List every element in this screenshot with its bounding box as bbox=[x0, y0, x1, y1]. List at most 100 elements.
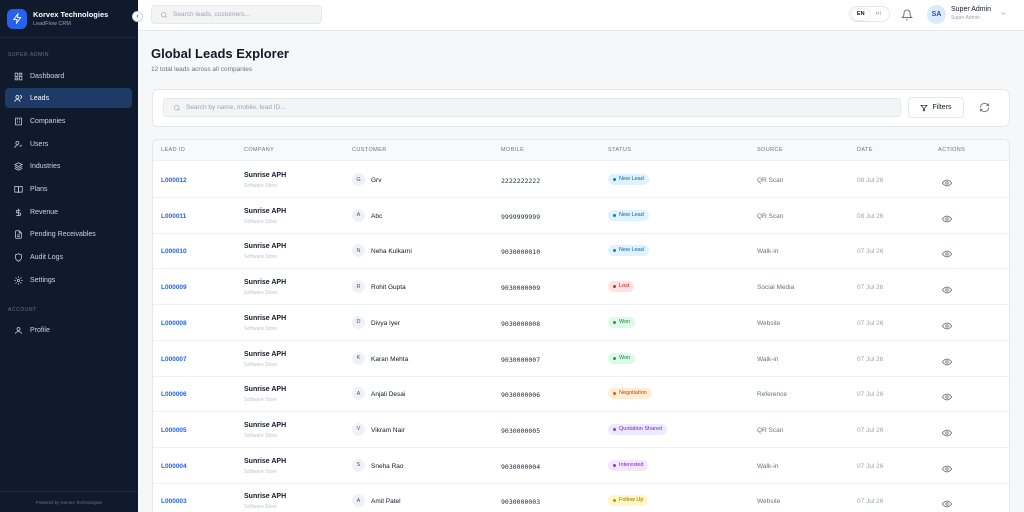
eye-icon[interactable] bbox=[941, 496, 953, 508]
users-icon bbox=[14, 94, 23, 103]
lead-id-link[interactable]: L000003 bbox=[161, 498, 187, 505]
lead-id-link[interactable]: L000007 bbox=[161, 356, 187, 363]
eye-icon[interactable] bbox=[941, 282, 953, 294]
lang-en-option[interactable]: EN bbox=[852, 8, 870, 20]
company-subtitle: Software Store bbox=[244, 254, 278, 261]
bell-icon[interactable] bbox=[901, 9, 913, 21]
lead-date: 07 Jul 26 bbox=[857, 462, 884, 470]
lead-id-link[interactable]: L000008 bbox=[161, 320, 187, 327]
table-row[interactable]: L000012 Sunrise APH Software Store G Grv 2222… bbox=[153, 162, 1009, 198]
sidebar-item-label: Pending Receivables bbox=[30, 230, 96, 238]
sidebar: Korvex Technologies LeadFlow CRM ‹ SUPER… bbox=[0, 0, 143, 512]
table-row[interactable]: L000007 Sunrise APH Software Store K Karan M… bbox=[153, 341, 1009, 377]
header-source: SOURCE bbox=[757, 147, 783, 153]
sidebar-item-companies[interactable]: Companies bbox=[5, 111, 132, 131]
customer-name: Neha Kulkarni bbox=[371, 248, 412, 256]
status-label: New Lead bbox=[619, 211, 644, 218]
status-dot bbox=[613, 356, 616, 360]
table-row[interactable]: L000009 Sunrise APH Software Store R Rohit G… bbox=[153, 269, 1009, 306]
sidebar-item-audit-logs[interactable]: Audit Logs bbox=[5, 247, 132, 267]
layers-icon bbox=[14, 161, 23, 171]
customer-avatar: K bbox=[352, 351, 365, 365]
company-subtitle: Software Store bbox=[244, 504, 278, 511]
table-row[interactable]: L000011 Sunrise APH Software Store A Abc 9999… bbox=[153, 198, 1009, 234]
lead-date: 07 Jul 26 bbox=[857, 248, 884, 256]
lead-id-link[interactable]: L000009 bbox=[161, 284, 187, 291]
sidebar-item-profile[interactable]: Profile bbox=[5, 320, 132, 340]
chevron-down-icon[interactable] bbox=[1000, 10, 1007, 17]
customer-avatar: R bbox=[352, 280, 365, 294]
sidebar-item-label: Profile bbox=[30, 326, 50, 334]
avatar[interactable]: SA bbox=[927, 5, 946, 24]
lead-id-link[interactable]: L000004 bbox=[161, 463, 187, 470]
language-toggle[interactable]: EN HI bbox=[849, 6, 890, 22]
lead-id-link[interactable]: L000012 bbox=[161, 177, 187, 184]
lead-date: 07 Jul 26 bbox=[857, 319, 884, 327]
sidebar-item-pending-receivables[interactable]: Pending Receivables bbox=[5, 224, 132, 244]
mobile-number: 9030000007 bbox=[501, 355, 541, 364]
status-label: New Lead bbox=[619, 247, 644, 254]
gear-icon bbox=[14, 275, 23, 285]
lead-search-placeholder: Search by name, mobile, lead ID... bbox=[186, 104, 286, 111]
lead-search-input[interactable]: Search by name, mobile, lead ID... bbox=[163, 98, 901, 117]
status-badge: Quotation Shared bbox=[608, 423, 668, 435]
sidebar-item-plans[interactable]: Plans bbox=[5, 179, 132, 199]
eye-icon[interactable] bbox=[941, 318, 953, 330]
refresh-icon[interactable] bbox=[979, 102, 990, 113]
sidebar-item-dashboard[interactable]: Dashboard bbox=[5, 66, 132, 86]
sidebar-item-leads[interactable]: Leads bbox=[5, 88, 132, 108]
status-label: Follow Up bbox=[619, 497, 644, 504]
company-subtitle: Software Store bbox=[244, 183, 278, 189]
table-row[interactable]: L000003 Sunrise APH Software Store A Amit Pa… bbox=[153, 483, 1009, 512]
filters-button[interactable]: Filters bbox=[908, 97, 964, 118]
building-icon bbox=[14, 117, 23, 126]
eye-icon[interactable] bbox=[941, 246, 953, 258]
eye-icon[interactable] bbox=[941, 461, 953, 472]
lead-date: 07 Jul 26 bbox=[857, 391, 884, 399]
sidebar-item-users[interactable]: Users bbox=[5, 134, 132, 154]
global-search-input[interactable]: Search leads, customers... bbox=[151, 5, 322, 24]
user-name[interactable]: Super Admin bbox=[951, 6, 991, 13]
company-name: Sunrise APH bbox=[244, 386, 287, 394]
header-lead-id: LEAD ID bbox=[161, 147, 186, 153]
lead-date: 07 Jul 26 bbox=[857, 498, 884, 506]
eye-icon[interactable] bbox=[941, 354, 953, 365]
status-label: Quotation Shared bbox=[619, 425, 663, 432]
status-label: Interested bbox=[619, 461, 644, 468]
customer-name: Divya Iyer bbox=[371, 319, 400, 327]
table-row[interactable]: L000004 Sunrise APH Software Store S Sneha R… bbox=[153, 448, 1009, 484]
page-title: Global Leads Explorer bbox=[151, 46, 289, 61]
lead-date: 08 Jul 26 bbox=[857, 212, 884, 220]
section-label-account: ACCOUNT bbox=[8, 307, 37, 313]
lead-source: Walk-in bbox=[757, 462, 779, 470]
sidebar-item-settings[interactable]: Settings bbox=[5, 270, 132, 290]
company-subtitle: Software Store bbox=[244, 361, 278, 368]
status-dot bbox=[613, 178, 616, 181]
eye-icon[interactable] bbox=[941, 425, 953, 437]
lead-id-link[interactable]: L000010 bbox=[161, 248, 187, 255]
eye-icon[interactable] bbox=[941, 175, 953, 187]
table-row[interactable]: L000005 Sunrise APH Software Store V Vikram … bbox=[153, 412, 1009, 448]
mobile-number: 9030000003 bbox=[501, 498, 541, 507]
table-row[interactable]: L000006 Sunrise APH Software Store A Anjali … bbox=[153, 376, 1009, 413]
lead-id-link[interactable]: L000006 bbox=[161, 391, 187, 398]
eye-icon[interactable] bbox=[941, 211, 953, 223]
sidebar-item-revenue[interactable]: Revenue bbox=[5, 202, 132, 222]
company-subtitle: Software Store bbox=[244, 325, 278, 332]
lang-hi-option[interactable]: HI bbox=[870, 9, 888, 20]
customer-avatar: N bbox=[352, 244, 365, 258]
company-name: Sunrise APH bbox=[244, 243, 287, 251]
lead-source: Social Media bbox=[757, 284, 795, 292]
table-row[interactable]: L000010 Sunrise APH Software Store N Neha Ku… bbox=[153, 233, 1009, 270]
table-row[interactable]: L000008 Sunrise APH Software Store D Divya I… bbox=[153, 305, 1009, 341]
lead-id-link[interactable]: L000011 bbox=[161, 213, 186, 220]
sidebar-item-industries[interactable]: Industries bbox=[5, 156, 132, 176]
user-icon bbox=[14, 326, 23, 335]
lead-date: 07 Jul 26 bbox=[857, 355, 884, 363]
collapse-sidebar-button[interactable]: ‹ bbox=[132, 11, 143, 22]
lead-id-link[interactable]: L000005 bbox=[161, 427, 187, 434]
header-customer: CUSTOMER bbox=[352, 147, 387, 153]
company-name: Sunrise APH bbox=[244, 207, 287, 215]
header-company: COMPANY bbox=[244, 147, 275, 153]
eye-icon[interactable] bbox=[941, 389, 953, 401]
